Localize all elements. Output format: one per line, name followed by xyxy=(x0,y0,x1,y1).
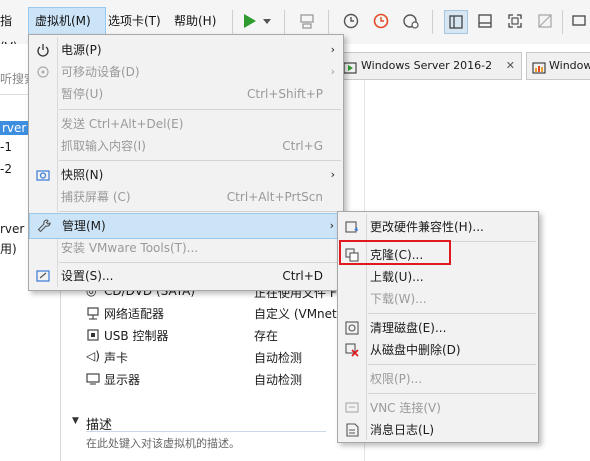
toolbar-separator xyxy=(232,10,233,34)
power-icon xyxy=(35,42,51,58)
menu-item-delete-from-disk[interactable]: 从磁盘中删除(D) xyxy=(338,338,538,362)
removable-device-icon xyxy=(35,64,51,80)
vm-running-icon xyxy=(343,59,357,74)
menu-item-power[interactable]: 电源(P) › xyxy=(29,38,343,62)
menu-item-removable-devices[interactable]: 可移动设备(D) › xyxy=(29,60,343,84)
menu-separator xyxy=(59,160,341,161)
toolbar-separator xyxy=(328,10,329,34)
tab-label: Windows xyxy=(549,59,590,72)
toolbar-separator xyxy=(284,10,285,34)
menu-separator xyxy=(59,211,341,212)
device-name: 声卡 xyxy=(104,351,129,365)
snapshot-take-icon[interactable] xyxy=(340,10,362,32)
collapse-triangle-icon: ▼ xyxy=(72,416,79,426)
menu-item-message-log[interactable]: 消息日志(L) xyxy=(338,418,538,442)
menu-separator xyxy=(59,262,341,263)
toolbar-separator xyxy=(432,10,433,34)
usb-icon xyxy=(86,328,100,345)
menu-separator xyxy=(368,313,536,314)
device-name: USB 控制器 xyxy=(104,329,169,343)
toolbar-separator xyxy=(562,10,563,34)
menu-item-pause[interactable]: 暂停(U) Ctrl+Shift+P xyxy=(29,82,343,106)
delete-from-disk-icon xyxy=(344,342,360,358)
divider xyxy=(86,431,326,432)
library-item[interactable]: 用) xyxy=(0,240,17,257)
tab-label: Windows Server 2016-2 xyxy=(361,59,493,72)
device-name: 网络适配器 xyxy=(104,307,165,321)
menu-separator xyxy=(368,393,536,394)
menu-item-capture-screen[interactable]: 捕获屏幕 (C) Ctrl+Alt+PrtScn xyxy=(29,185,343,209)
power-on-icon[interactable] xyxy=(238,10,260,32)
console-view-icon[interactable] xyxy=(568,10,590,32)
device-value: 自动检测 xyxy=(254,351,303,365)
menu-help[interactable]: 帮助(H) xyxy=(174,8,230,34)
hardware-compat-icon xyxy=(344,219,360,235)
description-hint[interactable]: 在此处键入对该虚拟机的描述。 xyxy=(86,435,240,451)
vm-menu: 电源(P) › 可移动设备(D) › 暂停(U) Ctrl+Shift+P 发送… xyxy=(28,34,344,291)
menu-item-permissions[interactable]: 权限(P)... xyxy=(338,367,538,391)
menu-item-install-tools[interactable]: 安装 VMware Tools(T)... xyxy=(29,236,343,260)
library-item[interactable]: -1 xyxy=(0,140,12,154)
vnc-icon xyxy=(344,400,360,416)
device-value: 自定义 (VMnet xyxy=(254,307,337,321)
full-screen-icon[interactable] xyxy=(504,10,526,32)
menu-item-download[interactable]: 下载(W)... xyxy=(338,287,538,311)
menu-item-settings[interactable]: 设置(S)... Ctrl+D xyxy=(29,264,343,288)
menu-item-clean-disk[interactable]: 清理磁盘(E)... xyxy=(338,316,538,340)
menu-view[interactable]: 指(V) xyxy=(0,8,26,54)
clone-highlight-box xyxy=(339,240,451,265)
menu-item-upload[interactable]: 上载(U)... xyxy=(338,265,538,289)
menu-tabs[interactable]: 选项卡(T) xyxy=(108,8,170,34)
menu-separator xyxy=(368,364,536,365)
monitor-icon xyxy=(86,372,100,389)
send-keys-icon[interactable] xyxy=(296,10,318,32)
show-library-icon[interactable] xyxy=(444,10,468,34)
tab-windows-server-2016-2[interactable]: Windows Server 2016-2 ✕ xyxy=(336,52,522,80)
menu-item-snapshot[interactable]: 快照(N) › xyxy=(29,163,343,187)
submenu-arrow-icon: › xyxy=(329,219,334,232)
device-value: 存在 xyxy=(254,329,279,343)
menu-item-grab-input[interactable]: 抓取输入内容(I) Ctrl+G xyxy=(29,134,343,158)
network-adapter-icon xyxy=(86,306,100,323)
device-value: 自动检测 xyxy=(254,373,303,387)
menu-separator xyxy=(59,109,341,110)
clean-disk-icon xyxy=(344,320,360,336)
menu-vm[interactable]: 虚拟机(M) xyxy=(28,7,106,35)
vm-stats-icon xyxy=(532,59,546,74)
snapshot-icon xyxy=(35,167,51,183)
library-item[interactable]: -2 xyxy=(0,162,12,176)
submenu-arrow-icon: › xyxy=(330,43,335,56)
message-log-icon xyxy=(344,422,360,438)
wrench-icon xyxy=(36,218,52,234)
submenu-arrow-icon: › xyxy=(330,168,335,181)
thumbnail-bar-icon[interactable] xyxy=(474,10,496,32)
menu-item-send-cad[interactable]: 发送 Ctrl+Alt+Del(E) xyxy=(29,112,343,136)
power-dropdown-icon[interactable] xyxy=(260,10,274,32)
menu-item-vnc[interactable]: VNC 连接(V) xyxy=(338,396,538,420)
snapshot-revert-icon[interactable] xyxy=(370,10,392,32)
tab-windows[interactable]: Windows xyxy=(526,52,590,80)
speaker-icon: ◁) xyxy=(86,349,100,363)
submenu-arrow-icon: › xyxy=(330,65,335,78)
device-name: 显示器 xyxy=(104,373,141,387)
menu-item-change-hw-compat[interactable]: 更改硬件兼容性(H)... xyxy=(338,215,538,239)
tab-close-icon[interactable]: ✕ xyxy=(506,53,515,79)
settings-icon xyxy=(35,268,51,284)
unity-icon[interactable] xyxy=(534,10,556,32)
snapshot-manager-icon[interactable] xyxy=(400,10,422,32)
